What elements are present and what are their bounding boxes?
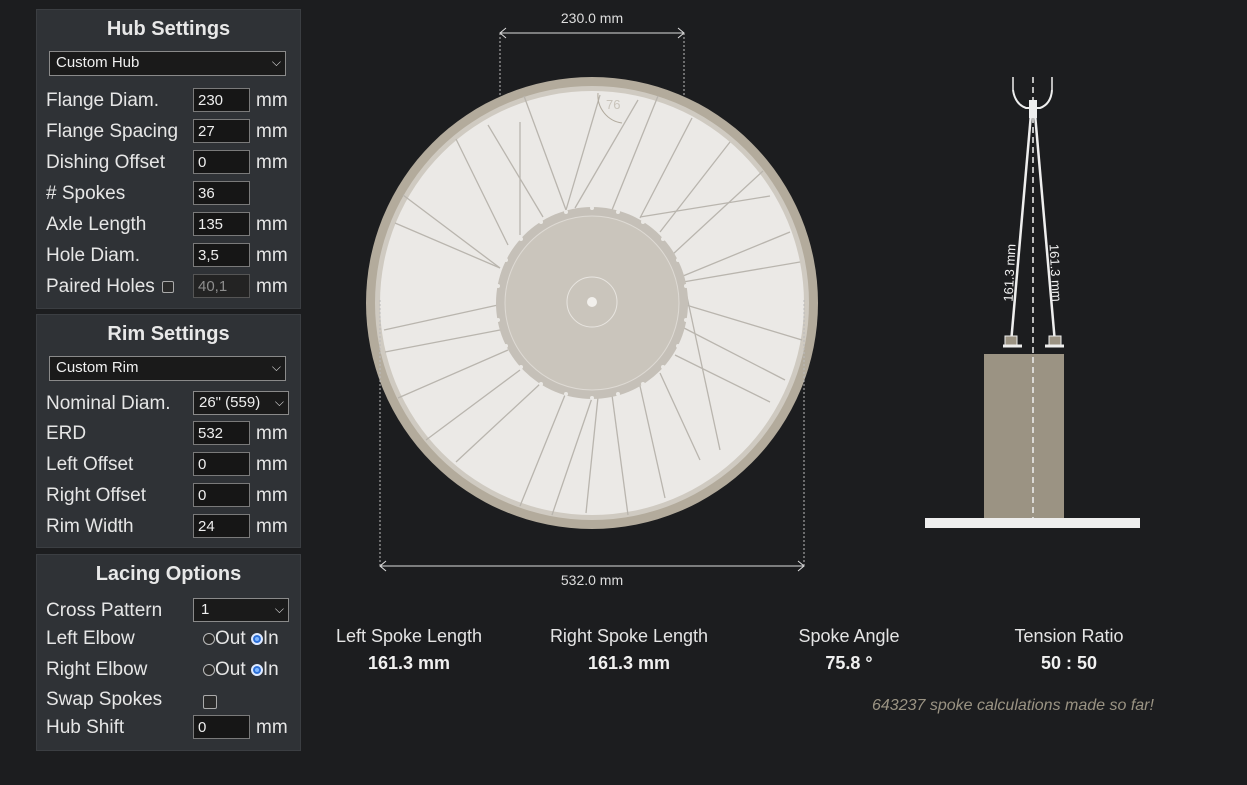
spoke-angle-title: Spoke Angle <box>798 626 900 646</box>
left-spoke-length-stat: Left Spoke Length 161.3 mm <box>309 626 509 674</box>
left-spoke-length-title: Left Spoke Length <box>335 626 483 646</box>
hub-shell <box>984 354 1064 520</box>
tension-ratio-stat: Tension Ratio 50 : 50 <box>969 626 1169 674</box>
tension-ratio-title: Tension Ratio <box>1014 626 1124 646</box>
left-spoke-side <box>1009 113 1033 344</box>
right-spoke-length-stat: Right Spoke Length 161.3 mm <box>529 626 729 674</box>
right-spoke-length-value: 161.3 mm <box>587 653 671 673</box>
hub-axle <box>587 297 597 307</box>
right-spoke-side-label: 161.3 mm <box>1046 244 1064 303</box>
spoke-angle-stat: Spoke Angle 75.8 ° <box>749 626 949 674</box>
right-spoke-length-title: Right Spoke Length <box>549 626 709 646</box>
left-spoke-length-value: 161.3 mm <box>367 653 451 673</box>
angle-marker-label: 76 <box>606 97 620 112</box>
tension-ratio-value: 50 : 50 <box>1040 653 1098 673</box>
right-spoke-side <box>1033 113 1057 344</box>
calculation-counter: 643237 spoke calculations made so far! <box>872 697 1154 714</box>
spoke-angle-value: 75.8 ° <box>825 653 873 673</box>
wheel-side-view: 161.3 mm 161.3 mm <box>925 77 1140 528</box>
left-spoke-side-label: 161.3 mm <box>1001 244 1019 303</box>
erd-dimension-label: 532.0 mm <box>561 572 623 588</box>
flange-dimension-label: 230.0 mm <box>561 10 623 26</box>
